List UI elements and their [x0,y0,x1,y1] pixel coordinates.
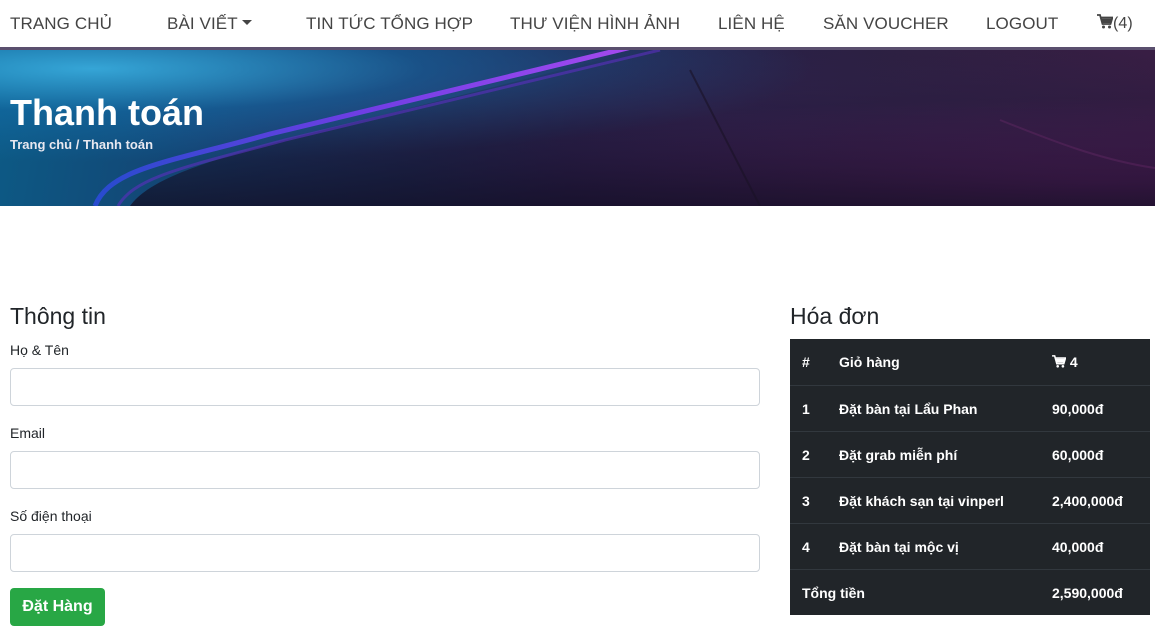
cart-count: (4) [1113,15,1133,32]
row-num: 4 [802,539,810,555]
row-price: 40,000đ [1052,539,1104,555]
row-num: 1 [802,401,810,417]
nav-news[interactable]: TIN TỨC TỔNG HỢP [306,14,473,34]
invoice-header-row: # Giỏ hàng 4 [790,339,1150,385]
row-num: 3 [802,493,810,509]
total-label: Tổng tiền [802,585,865,601]
row-price: 60,000đ [1052,447,1104,463]
row-price: 2,400,000đ [1052,493,1123,509]
nav-contact[interactable]: LIÊN HỆ [718,14,785,34]
email-label: Email [10,425,46,441]
header-num: # [802,354,810,370]
cart-icon [1052,355,1067,368]
breadcrumb-separator: / [75,137,80,152]
phone-label: Số điện thoại [10,508,92,524]
table-row: 3 Đặt khách sạn tại vinperl 2,400,000đ [790,477,1150,523]
phone-field[interactable] [10,534,760,572]
nav-cart[interactable]: (4) [1097,14,1133,33]
table-row: 1 Đặt bàn tại Lẩu Phan 90,000đ [790,385,1150,431]
nav-posts-label: BÀI VIẾT [167,14,238,33]
invoice-table: # Giỏ hàng 4 1 Đặt bàn tại Lẩu Phan 90,0… [790,339,1150,615]
name-field[interactable] [10,368,760,406]
hero-banner: Thanh toán Trang chủ / Thanh toán [0,50,1155,206]
nav-home[interactable]: TRANG CHỦ [10,14,112,34]
total-row: Tổng tiền 2,590,000đ [790,569,1150,615]
info-section-title: Thông tin [10,303,106,329]
breadcrumb-current: Thanh toán [83,137,154,152]
caret-down-icon [241,20,252,25]
row-price: 90,000đ [1052,401,1104,417]
breadcrumb: Trang chủ / Thanh toán [10,137,153,152]
row-item: Đặt bàn tại mộc vị [839,539,959,555]
top-navbar: TRANG CHỦ BÀI VIẾT TIN TỨC TỔNG HỢP THƯ … [0,0,1155,50]
header-item: Giỏ hàng [839,354,900,370]
header-count: 4 [1069,354,1078,370]
nav-voucher[interactable]: SĂN VOUCHER [823,14,949,34]
place-order-button[interactable]: Đặt Hàng [10,588,105,626]
row-item: Đặt khách sạn tại vinperl [839,493,1004,509]
header-cart: 4 [1052,354,1078,370]
cart-icon [1097,14,1113,29]
email-field[interactable] [10,451,760,489]
nav-posts-dropdown[interactable]: BÀI VIẾT [167,14,252,34]
page-title: Thanh toán [10,92,204,133]
nav-gallery[interactable]: THƯ VIỆN HÌNH ẢNH [510,14,680,34]
breadcrumb-home[interactable]: Trang chủ [10,137,72,152]
name-label: Họ & Tên [10,342,69,358]
table-row: 2 Đặt grab miễn phí 60,000đ [790,431,1150,477]
row-item: Đặt grab miễn phí [839,447,958,463]
row-num: 2 [802,447,810,463]
row-item: Đặt bàn tại Lẩu Phan [839,401,978,417]
total-value: 2,590,000đ [1052,585,1123,601]
table-row: 4 Đặt bàn tại mộc vị 40,000đ [790,523,1150,569]
nav-logout[interactable]: LOGOUT [986,14,1058,34]
invoice-section-title: Hóa đơn [790,303,880,329]
